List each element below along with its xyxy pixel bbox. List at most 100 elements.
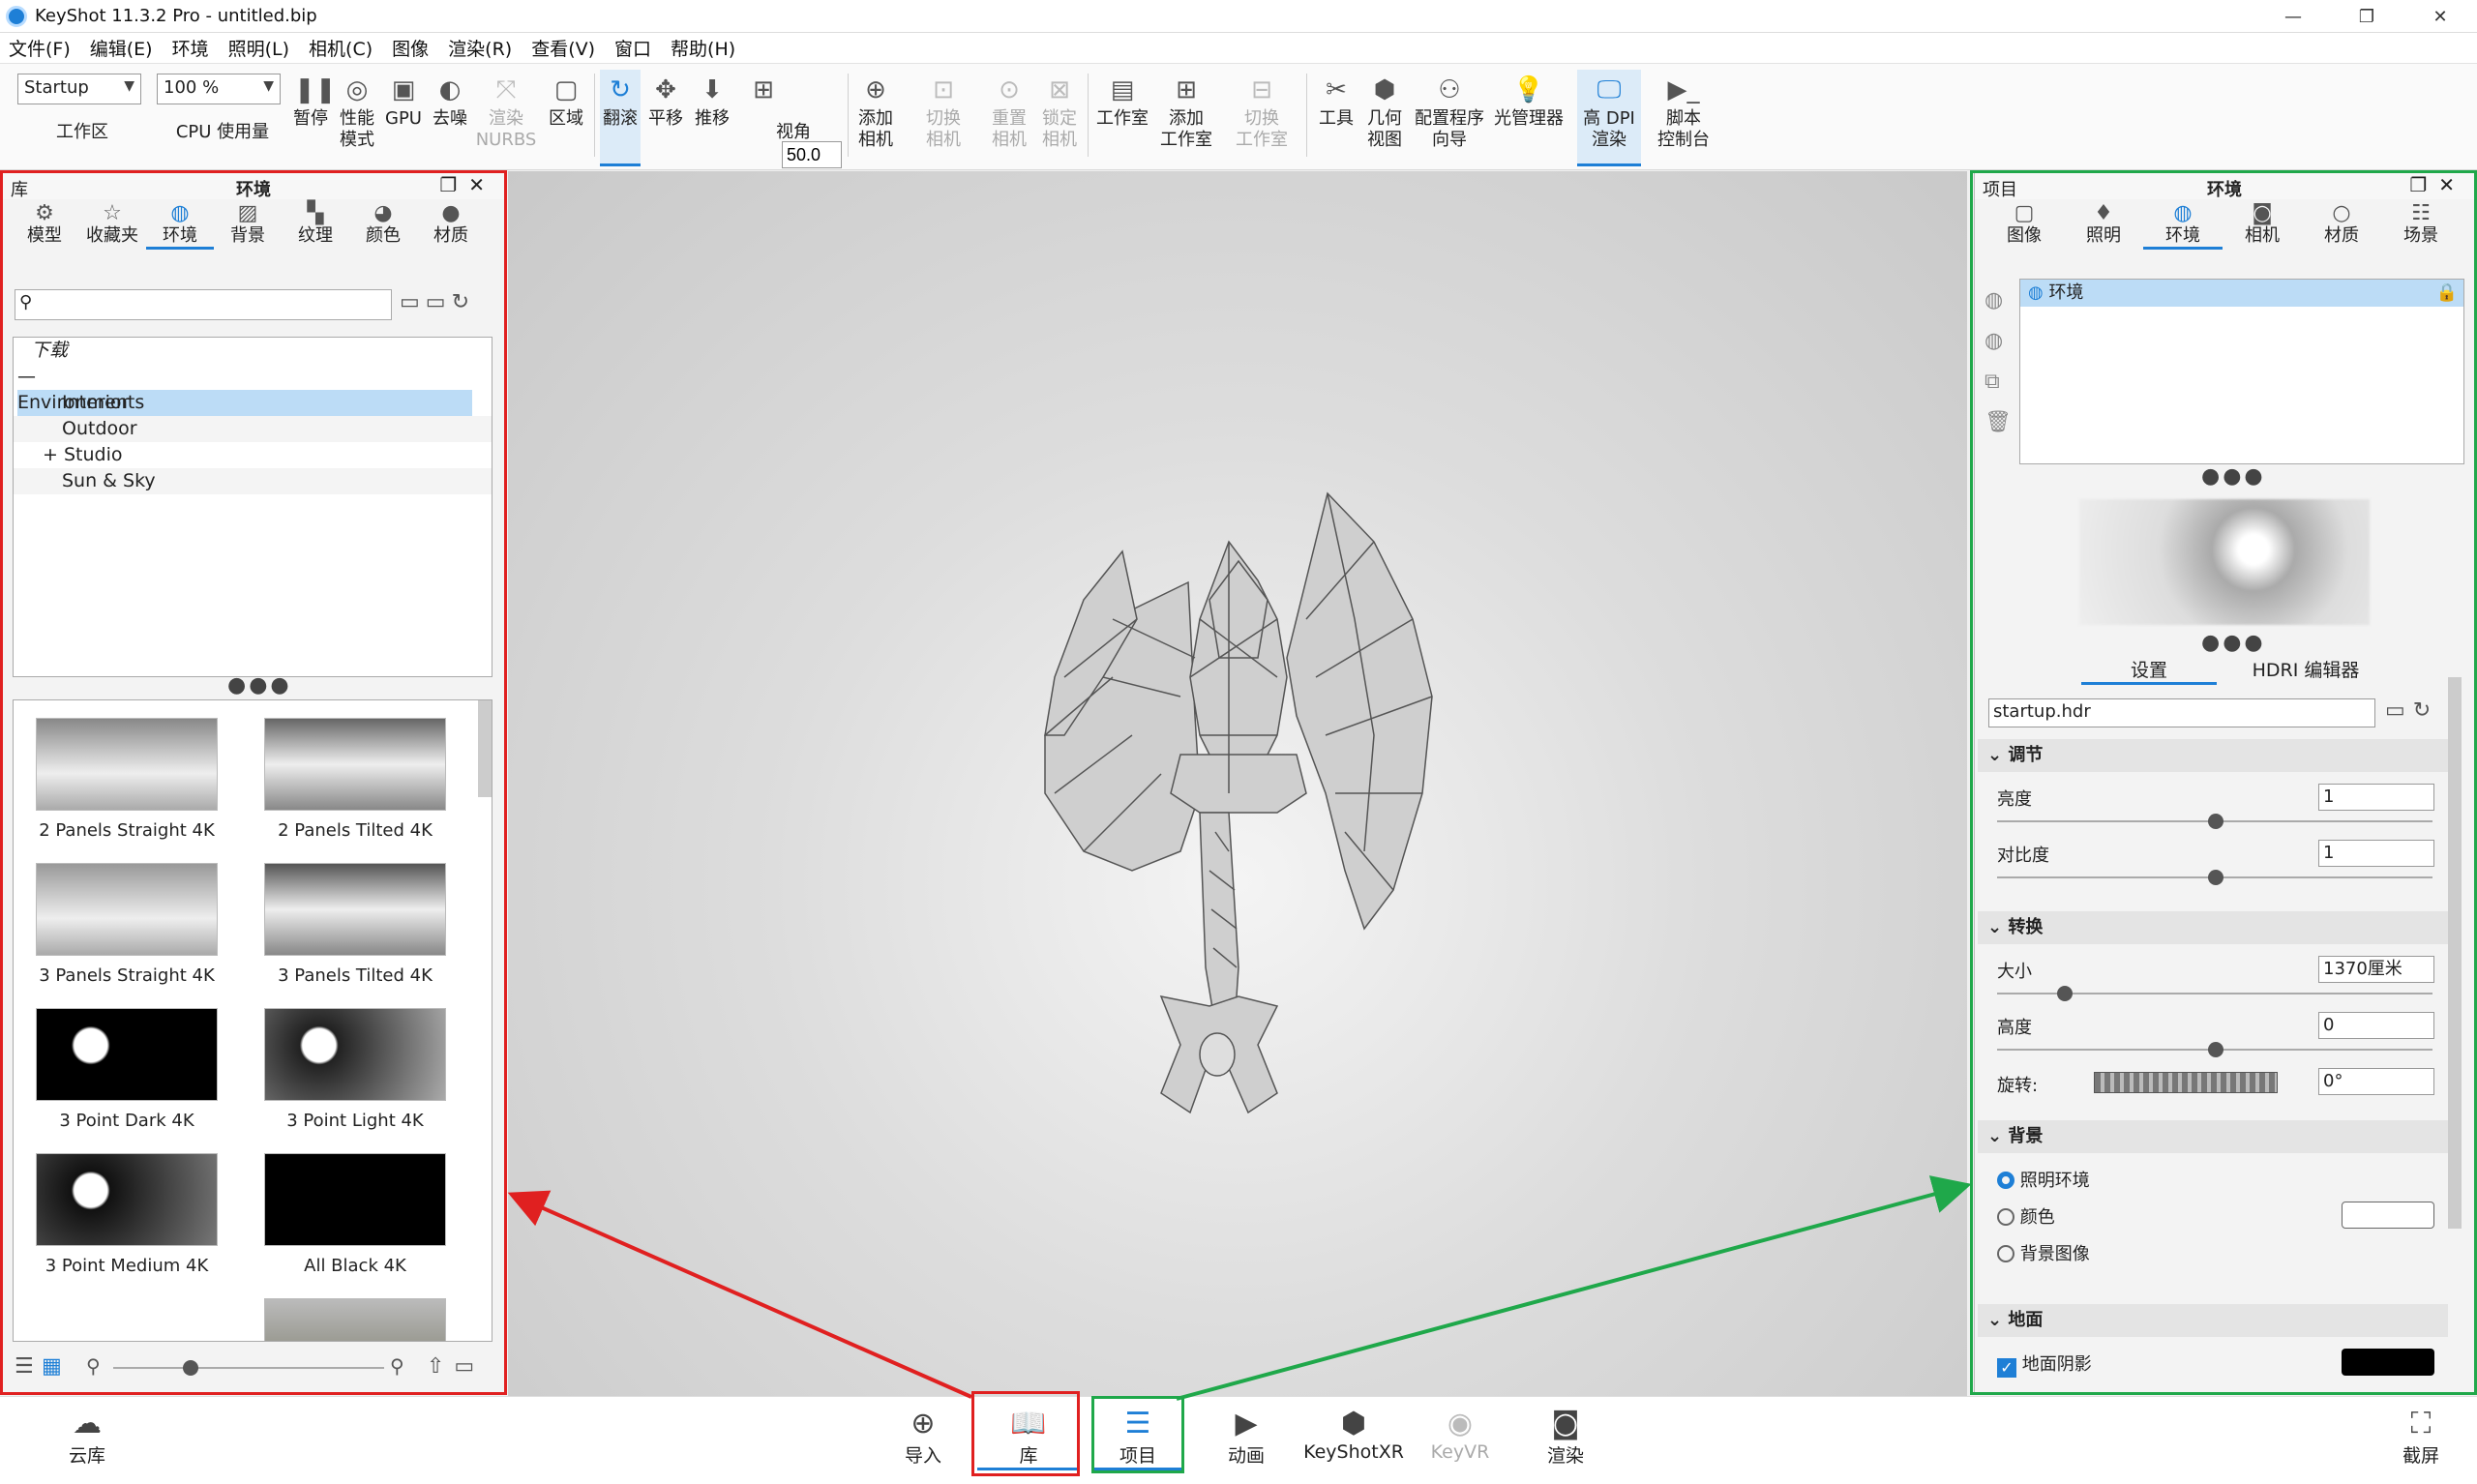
addstudio-label-2: 工作室: [1160, 130, 1212, 150]
menu-render[interactable]: 渲染(R): [439, 35, 522, 61]
wizard-label-1: 配置程序: [1415, 108, 1484, 129]
geometry-view-button[interactable]: ⬢ 几何 视图: [1362, 70, 1407, 151]
geo-label-1: 几何: [1367, 108, 1402, 129]
menu-edit[interactable]: 编辑(E): [81, 35, 164, 61]
render-viewport[interactable]: [508, 171, 1967, 1396]
project-button-highlight: [1091, 1396, 1184, 1473]
chevron-down-icon: ▼: [124, 78, 134, 94]
library-button-highlight: [971, 1391, 1080, 1476]
project-highlight-box: [1970, 170, 2477, 1395]
pan-icon: ✥: [655, 75, 676, 104]
keyshot-logo-icon: [6, 5, 27, 27]
close-button[interactable]: ✕: [2403, 0, 2477, 33]
geometry-view-icon: ⬢: [1373, 75, 1396, 104]
cpu-select[interactable]: 100 % ▼: [157, 74, 281, 104]
performance-mode-button[interactable]: ◎ 性能 模式: [335, 70, 379, 151]
switch-studio-button[interactable]: ⊟ 切换 工作室: [1231, 70, 1293, 151]
perf-label-2: 模式: [340, 130, 374, 150]
button-label: 截屏: [2402, 1445, 2439, 1467]
pan-button[interactable]: ✥ 平移: [644, 70, 687, 130]
hidpi-label-1: 高 DPI: [1583, 108, 1635, 129]
high-dpi-render-button[interactable]: 🖵 高 DPI 渲染: [1577, 70, 1641, 166]
tools-button[interactable]: ✂ 工具: [1314, 70, 1358, 130]
cloud-icon: ☁: [73, 1407, 102, 1440]
button-label: KeyVR: [1430, 1441, 1490, 1463]
pause-icon: ❚❚: [294, 75, 337, 104]
denoise-button[interactable]: ◐ 去噪: [428, 70, 472, 130]
switchstudio-label-1: 切换: [1244, 108, 1279, 129]
fov-icon-wrap: ⊞: [747, 70, 776, 108]
pause-label: 暂停: [293, 108, 328, 129]
gpu-button[interactable]: ▣ GPU: [381, 70, 426, 130]
animation-button[interactable]: ▶ 动画: [1219, 1407, 1273, 1468]
axe-model-wireframe: [1044, 491, 1433, 1114]
lockcam-label-1: 锁定: [1042, 108, 1077, 129]
nurbs-label-1: 渲染: [489, 108, 523, 129]
pause-button[interactable]: ❚❚ 暂停: [286, 70, 337, 130]
perf-label-1: 性能: [340, 108, 374, 129]
gpu-label: GPU: [385, 108, 422, 129]
add-camera-button[interactable]: ⊕ 添加 相机: [851, 70, 900, 151]
region-button[interactable]: ▢ 区域: [542, 70, 590, 130]
lockcam-label-2: 相机: [1042, 130, 1077, 150]
button-label: 动画: [1227, 1445, 1265, 1467]
fov-input[interactable]: [782, 141, 842, 168]
terminal-icon: ▶_: [1667, 75, 1700, 104]
maximize-button[interactable]: ❐: [2330, 0, 2403, 33]
screenshot-button[interactable]: ⛶ 截屏: [2398, 1407, 2444, 1468]
menu-window[interactable]: 窗口: [606, 35, 662, 61]
render-nurbs-button[interactable]: ⤧ 渲染 NURBS: [474, 70, 538, 151]
add-camera-icon: ⊕: [865, 75, 886, 104]
script-label-1: 脚本: [1666, 108, 1701, 129]
keyvr-button[interactable]: ◉ KeyVR: [1428, 1407, 1492, 1463]
addstudio-label-1: 添加: [1169, 108, 1204, 129]
minimize-button[interactable]: —: [2256, 0, 2330, 33]
chevron-down-icon: ▼: [263, 78, 274, 94]
menu-camera[interactable]: 相机(C): [300, 35, 383, 61]
dolly-button[interactable]: ⬇ 推移: [691, 70, 733, 130]
workspace-select[interactable]: Startup ▼: [17, 74, 141, 104]
lock-camera-button[interactable]: ⊠ 锁定 相机: [1035, 70, 1084, 151]
switch-camera-button[interactable]: ⊡ 切换 相机: [917, 70, 970, 151]
menu-environment[interactable]: 环境: [164, 35, 220, 61]
workspace-value: Startup: [24, 77, 89, 98]
button-label: 渲染: [1546, 1445, 1584, 1467]
region-label: 区域: [549, 108, 583, 129]
button-label: 云库: [68, 1445, 105, 1467]
script-console-button[interactable]: ▶_ 脚本 控制台: [1651, 70, 1716, 151]
studio-button[interactable]: ▤ 工作室: [1093, 70, 1151, 130]
keyshotxr-button[interactable]: ⬢ KeyShotXR: [1302, 1407, 1405, 1463]
cube-icon: ⬢: [1340, 1407, 1367, 1440]
toolbar-divider: [848, 74, 849, 157]
menu-image[interactable]: 图像: [383, 35, 439, 61]
cloud-library-button[interactable]: ☁ 云库: [48, 1407, 126, 1468]
configurator-wizard-button[interactable]: ⚇ 配置程序 向导: [1411, 70, 1488, 151]
addcam-label-2: 相机: [858, 130, 893, 150]
add-studio-button[interactable]: ⊞ 添加 工作室: [1157, 70, 1215, 151]
cpu-value: 100 %: [164, 77, 220, 98]
import-icon: ⊕: [910, 1407, 936, 1440]
vr-icon: ◉: [1447, 1407, 1474, 1440]
toolbar-divider: [594, 74, 595, 157]
fov-label: 视角: [776, 122, 811, 142]
render-button[interactable]: ◙ 渲染: [1540, 1407, 1591, 1468]
performance-icon: ◎: [345, 75, 369, 104]
monitor-icon: 🖵: [1597, 75, 1622, 104]
menu-help[interactable]: 帮助(H): [662, 35, 746, 61]
switchcam-label-2: 相机: [926, 130, 961, 150]
light-manager-button[interactable]: 💡 光管理器: [1492, 70, 1566, 130]
reset-camera-button[interactable]: ⊙ 重置 相机: [985, 70, 1033, 151]
menu-view[interactable]: 查看(V): [522, 35, 606, 61]
toolbar-divider: [1306, 74, 1307, 157]
menu-lighting[interactable]: 照明(L): [220, 35, 300, 61]
import-button[interactable]: ⊕ 导入: [900, 1407, 946, 1468]
tumble-button[interactable]: ↻ 翻滚: [600, 70, 641, 166]
denoise-label: 去噪: [433, 108, 467, 129]
library-highlight-box: [0, 170, 507, 1395]
menu-file[interactable]: 文件(F): [0, 35, 81, 61]
lock-camera-icon: ⊠: [1049, 75, 1070, 104]
configurator-icon: ⚇: [1438, 75, 1461, 104]
nurbs-label-2: NURBS: [475, 130, 537, 150]
button-label: 导入: [904, 1445, 941, 1467]
main-toolbar: Startup ▼ 工作区 100 % ▼ CPU 使用量 ❚❚ 暂停 ◎ 性能 模式 ▣…: [0, 64, 2477, 170]
